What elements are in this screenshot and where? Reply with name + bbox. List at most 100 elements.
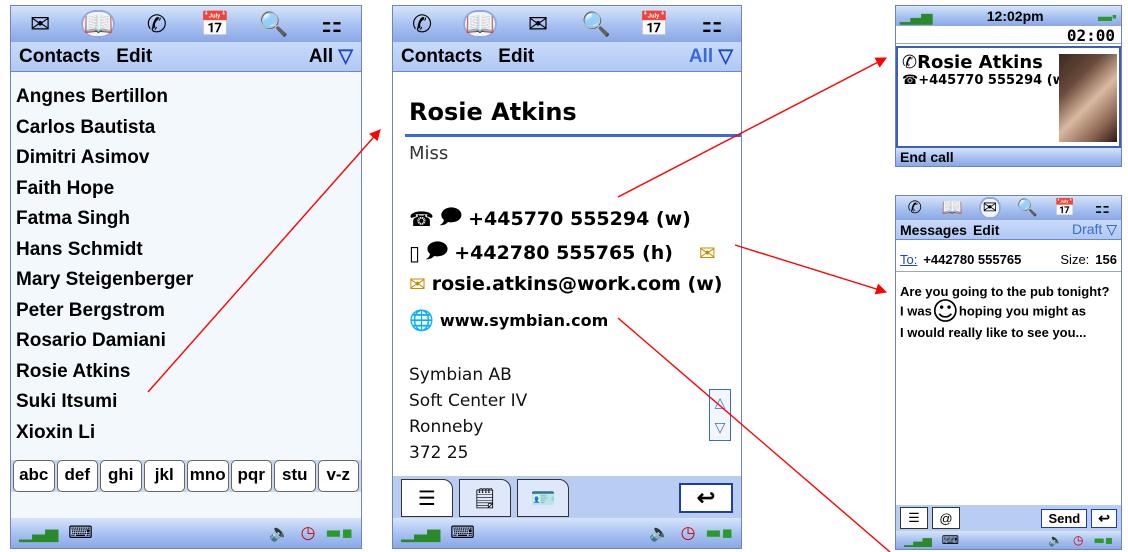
keyboard-icon[interactable]: ⌨	[68, 523, 93, 543]
apps-grid-icon[interactable]: ⚏	[1091, 197, 1113, 219]
clock-icon[interactable]: ◷	[301, 523, 316, 543]
email-row[interactable]: ✉ rosie.atkins@work.com (w)	[409, 272, 722, 296]
contacts-menu[interactable]: Contacts	[401, 46, 482, 68]
status-bar: ▁▃▅ ⌨ 🔈 ◷ ▬▪	[393, 518, 741, 548]
contact-item[interactable]: Angnes Bertillon	[16, 82, 355, 113]
scroll-down-icon[interactable]: ▽	[715, 419, 726, 436]
end-call-button[interactable]: End call	[896, 148, 1121, 166]
alpha-tab[interactable]: abc	[13, 460, 55, 492]
messages-menu[interactable]: Messages	[900, 222, 967, 238]
contact-item[interactable]: Xioxin Li	[16, 418, 355, 449]
contacts-icon[interactable]: 📖	[81, 10, 116, 38]
mobile-phone-icon: ▯	[409, 241, 421, 265]
contacts-icon[interactable]: 📖	[463, 10, 497, 38]
view-tabs: ☰ 🗒 🪪 ↩	[393, 476, 741, 520]
filter-label: All	[688, 46, 714, 67]
size-value: 156	[1095, 252, 1117, 267]
speaker-icon[interactable]: 🔈	[269, 523, 290, 543]
send-button[interactable]: Send	[1041, 508, 1088, 528]
contacts-icon[interactable]: 📖	[941, 197, 963, 219]
home-phone-number: +442780 555765 (h)	[454, 242, 673, 264]
message-text: I was	[900, 303, 932, 319]
alpha-tab[interactable]: mno	[187, 460, 229, 492]
messages-icon[interactable]: ✉	[23, 10, 57, 38]
apps-grid-icon[interactable]: ⚏	[695, 10, 729, 38]
message-text: hoping you might as	[958, 303, 1087, 319]
alpha-tab[interactable]: jkl	[143, 460, 185, 492]
to-link[interactable]: To:	[900, 252, 917, 267]
clock-icon[interactable]: ◷	[681, 523, 696, 543]
globe-icon: 🌐	[409, 308, 434, 332]
contact-item[interactable]: Rosie Atkins	[16, 357, 355, 388]
phone-icon[interactable]: ✆	[904, 197, 926, 219]
tab-card[interactable]: 🪪	[517, 479, 569, 517]
signal-icon: ▁▃▅	[19, 523, 59, 543]
contact-item[interactable]: Fatma Singh	[16, 204, 355, 235]
calendar-icon[interactable]: 📅	[198, 10, 232, 38]
contact-item[interactable]: Rosario Damiani	[16, 326, 355, 357]
message-body[interactable]: Are you going to the pub tonight? I was☺…	[896, 272, 1121, 342]
edit-menu[interactable]: Edit	[973, 222, 999, 238]
edit-menu[interactable]: Edit	[116, 46, 152, 68]
recipient-number[interactable]: +442780 555765	[923, 252, 1021, 267]
filter-dropdown[interactable]: All ▽	[309, 45, 353, 68]
sms-bubble-icon: 🗩	[439, 204, 463, 228]
back-button[interactable]: ↩	[679, 483, 733, 513]
status-bar: ▁▃▅ ⌨ 🔈 ◷ ▬▪	[896, 531, 1121, 549]
tab-notes[interactable]: 🗒	[459, 479, 511, 517]
address-line: 372 25	[409, 443, 469, 463]
contacts-menu[interactable]: Contacts	[19, 46, 100, 68]
edit-menu[interactable]: Edit	[498, 46, 534, 68]
phone-icon[interactable]: ✆	[405, 10, 439, 38]
alpha-tab[interactable]: def	[56, 460, 98, 492]
folder-dropdown[interactable]: Draft ▽	[1072, 221, 1117, 238]
web-icon[interactable]: 🔍	[256, 10, 290, 38]
tab-details[interactable]: ☰	[401, 479, 453, 517]
contact-item[interactable]: Mary Steigenberger	[16, 265, 355, 296]
messages-icon[interactable]: ✉	[521, 10, 555, 38]
tab-message[interactable]: ☰	[900, 507, 928, 529]
contact-item[interactable]: Carlos Bautista	[16, 113, 355, 144]
email-address: rosie.atkins@work.com (w)	[431, 273, 723, 295]
home-phone-row[interactable]: ▯ 🗩 +442780 555765 (h) ✉	[409, 236, 716, 270]
calendar-icon[interactable]: 📅	[1054, 197, 1076, 219]
web-icon[interactable]: 🔍	[579, 10, 613, 38]
contact-detail-screen: ✆ 📖 ✉ 🔍 📅 ⚏ Contacts Edit All ▽ Rosie At…	[392, 5, 742, 549]
alpha-tab[interactable]: ghi	[100, 460, 142, 492]
contact-item[interactable]: Dimitri Asimov	[16, 143, 355, 174]
smiley-face-icon: ☺	[931, 297, 959, 327]
messages-icon[interactable]: ✉	[978, 197, 1001, 219]
message-screen: ✆ 📖 ✉ 🔍 📅 ⚏ Messages Edit Draft ▽ To: +4…	[895, 195, 1122, 550]
clock-icon[interactable]: ◷	[1073, 533, 1083, 547]
work-phone-row[interactable]: ☎ 🗩 +445770 555294 (w)	[409, 202, 691, 236]
contact-item[interactable]: Faith Hope	[16, 174, 355, 205]
work-phone-number: +445770 555294 (w)	[468, 208, 691, 230]
back-button[interactable]: ↩	[1091, 508, 1117, 528]
contact-item[interactable]: Peter Bergstrom	[16, 296, 355, 327]
apps-grid-icon[interactable]: ⚏	[315, 10, 349, 38]
alpha-tab[interactable]: pqr	[230, 460, 272, 492]
tab-attachments[interactable]: @	[932, 507, 960, 529]
envelope-icon[interactable]: ✉	[699, 241, 716, 265]
alpha-tab[interactable]: v-z	[317, 460, 359, 492]
battery-icon: ▬▪	[1093, 533, 1113, 547]
speaker-icon[interactable]: 🔈	[1048, 533, 1063, 547]
keyboard-icon[interactable]: ⌨	[450, 523, 475, 543]
calendar-icon[interactable]: 📅	[637, 10, 671, 38]
caller-panel: ✆Rosie Atkins ☎+445770 555294 (w)	[896, 46, 1121, 148]
filter-dropdown[interactable]: All ▽	[689, 45, 733, 68]
web-icon[interactable]: 🔍	[1016, 197, 1038, 219]
scroll-up-icon[interactable]: △	[715, 394, 726, 411]
keyboard-icon[interactable]: ⌨	[942, 533, 959, 547]
message-line-2: I was☺hoping you might as	[900, 297, 1117, 327]
alpha-tab[interactable]: stu	[274, 460, 316, 492]
web-row[interactable]: 🌐 www.symbian.com	[409, 308, 608, 332]
contact-name: Rosie Atkins	[409, 98, 577, 126]
speaker-icon[interactable]: 🔈	[649, 523, 670, 543]
scroll-control[interactable]: △ ▽	[709, 389, 731, 441]
phone-icon[interactable]: ✆	[140, 10, 174, 38]
arrow-message-to-composer	[734, 244, 888, 295]
contact-item[interactable]: Hans Schmidt	[16, 235, 355, 266]
contact-item[interactable]: Suki Itsumi	[16, 387, 355, 418]
chevron-down-icon: ▽	[338, 46, 353, 67]
